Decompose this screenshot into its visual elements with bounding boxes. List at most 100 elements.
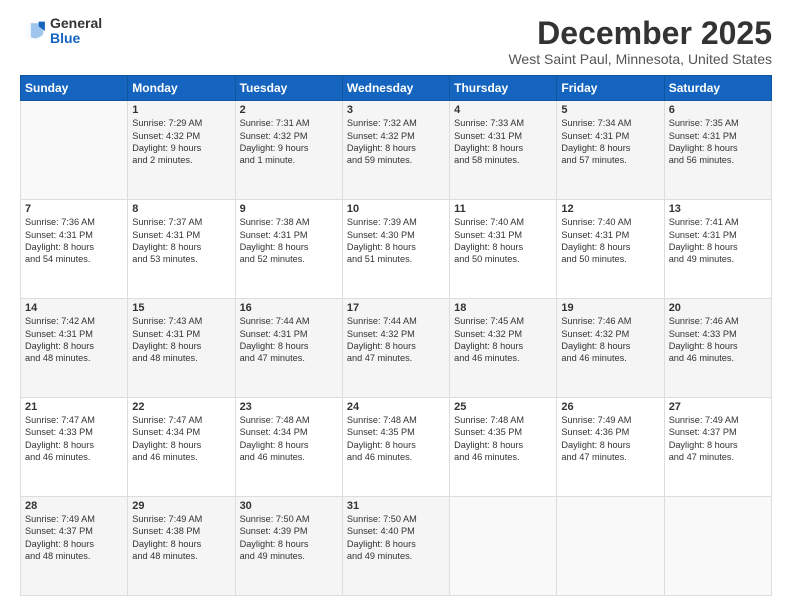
calendar-cell: 16Sunrise: 7:44 AMSunset: 4:31 PMDayligh… <box>235 299 342 398</box>
logo-icon <box>20 17 48 45</box>
title-block: December 2025 West Saint Paul, Minnesota… <box>508 16 772 67</box>
week-row-4: 21Sunrise: 7:47 AMSunset: 4:33 PMDayligh… <box>21 398 772 497</box>
day-info: Sunrise: 7:37 AMSunset: 4:31 PMDaylight:… <box>132 216 230 266</box>
day-number: 17 <box>347 302 445 314</box>
day-info: Sunrise: 7:40 AMSunset: 4:31 PMDaylight:… <box>561 216 659 266</box>
col-saturday: Saturday <box>664 76 771 101</box>
calendar-cell: 8Sunrise: 7:37 AMSunset: 4:31 PMDaylight… <box>128 200 235 299</box>
calendar-cell: 2Sunrise: 7:31 AMSunset: 4:32 PMDaylight… <box>235 101 342 200</box>
col-sunday: Sunday <box>21 76 128 101</box>
day-number: 2 <box>240 104 338 116</box>
day-info: Sunrise: 7:31 AMSunset: 4:32 PMDaylight:… <box>240 117 338 167</box>
calendar-cell: 10Sunrise: 7:39 AMSunset: 4:30 PMDayligh… <box>342 200 449 299</box>
calendar-cell: 4Sunrise: 7:33 AMSunset: 4:31 PMDaylight… <box>450 101 557 200</box>
day-number: 5 <box>561 104 659 116</box>
calendar-cell: 7Sunrise: 7:36 AMSunset: 4:31 PMDaylight… <box>21 200 128 299</box>
day-number: 7 <box>25 203 123 215</box>
calendar-cell: 14Sunrise: 7:42 AMSunset: 4:31 PMDayligh… <box>21 299 128 398</box>
day-info: Sunrise: 7:41 AMSunset: 4:31 PMDaylight:… <box>669 216 767 266</box>
day-number: 29 <box>132 500 230 512</box>
logo-text: General Blue <box>50 16 102 47</box>
day-number: 16 <box>240 302 338 314</box>
day-number: 28 <box>25 500 123 512</box>
day-number: 3 <box>347 104 445 116</box>
day-info: Sunrise: 7:34 AMSunset: 4:31 PMDaylight:… <box>561 117 659 167</box>
day-number: 13 <box>669 203 767 215</box>
calendar-cell: 30Sunrise: 7:50 AMSunset: 4:39 PMDayligh… <box>235 497 342 596</box>
calendar-cell: 15Sunrise: 7:43 AMSunset: 4:31 PMDayligh… <box>128 299 235 398</box>
calendar-cell: 5Sunrise: 7:34 AMSunset: 4:31 PMDaylight… <box>557 101 664 200</box>
calendar-cell <box>450 497 557 596</box>
day-info: Sunrise: 7:47 AMSunset: 4:34 PMDaylight:… <box>132 414 230 464</box>
day-info: Sunrise: 7:50 AMSunset: 4:40 PMDaylight:… <box>347 513 445 563</box>
day-info: Sunrise: 7:49 AMSunset: 4:36 PMDaylight:… <box>561 414 659 464</box>
day-info: Sunrise: 7:32 AMSunset: 4:32 PMDaylight:… <box>347 117 445 167</box>
day-number: 8 <box>132 203 230 215</box>
day-info: Sunrise: 7:38 AMSunset: 4:31 PMDaylight:… <box>240 216 338 266</box>
calendar-cell: 17Sunrise: 7:44 AMSunset: 4:32 PMDayligh… <box>342 299 449 398</box>
day-number: 20 <box>669 302 767 314</box>
day-info: Sunrise: 7:48 AMSunset: 4:34 PMDaylight:… <box>240 414 338 464</box>
calendar-cell: 6Sunrise: 7:35 AMSunset: 4:31 PMDaylight… <box>664 101 771 200</box>
calendar-cell: 26Sunrise: 7:49 AMSunset: 4:36 PMDayligh… <box>557 398 664 497</box>
day-number: 18 <box>454 302 552 314</box>
calendar-cell: 21Sunrise: 7:47 AMSunset: 4:33 PMDayligh… <box>21 398 128 497</box>
day-info: Sunrise: 7:48 AMSunset: 4:35 PMDaylight:… <box>347 414 445 464</box>
logo-blue-text: Blue <box>50 31 102 46</box>
day-info: Sunrise: 7:50 AMSunset: 4:39 PMDaylight:… <box>240 513 338 563</box>
day-number: 15 <box>132 302 230 314</box>
day-info: Sunrise: 7:40 AMSunset: 4:31 PMDaylight:… <box>454 216 552 266</box>
day-info: Sunrise: 7:47 AMSunset: 4:33 PMDaylight:… <box>25 414 123 464</box>
calendar-cell <box>557 497 664 596</box>
day-number: 12 <box>561 203 659 215</box>
week-row-1: 1Sunrise: 7:29 AMSunset: 4:32 PMDaylight… <box>21 101 772 200</box>
calendar-cell: 28Sunrise: 7:49 AMSunset: 4:37 PMDayligh… <box>21 497 128 596</box>
day-number: 24 <box>347 401 445 413</box>
day-number: 10 <box>347 203 445 215</box>
calendar-cell: 13Sunrise: 7:41 AMSunset: 4:31 PMDayligh… <box>664 200 771 299</box>
day-number: 1 <box>132 104 230 116</box>
day-info: Sunrise: 7:44 AMSunset: 4:32 PMDaylight:… <box>347 315 445 365</box>
calendar-cell: 1Sunrise: 7:29 AMSunset: 4:32 PMDaylight… <box>128 101 235 200</box>
calendar-cell: 18Sunrise: 7:45 AMSunset: 4:32 PMDayligh… <box>450 299 557 398</box>
location: West Saint Paul, Minnesota, United State… <box>508 51 772 67</box>
header: General Blue December 2025 West Saint Pa… <box>20 16 772 67</box>
calendar-header-row: Sunday Monday Tuesday Wednesday Thursday… <box>21 76 772 101</box>
col-friday: Friday <box>557 76 664 101</box>
calendar-cell: 9Sunrise: 7:38 AMSunset: 4:31 PMDaylight… <box>235 200 342 299</box>
day-info: Sunrise: 7:49 AMSunset: 4:37 PMDaylight:… <box>669 414 767 464</box>
day-info: Sunrise: 7:46 AMSunset: 4:32 PMDaylight:… <box>561 315 659 365</box>
week-row-3: 14Sunrise: 7:42 AMSunset: 4:31 PMDayligh… <box>21 299 772 398</box>
day-info: Sunrise: 7:35 AMSunset: 4:31 PMDaylight:… <box>669 117 767 167</box>
day-info: Sunrise: 7:43 AMSunset: 4:31 PMDaylight:… <box>132 315 230 365</box>
calendar-cell: 19Sunrise: 7:46 AMSunset: 4:32 PMDayligh… <box>557 299 664 398</box>
calendar-cell: 24Sunrise: 7:48 AMSunset: 4:35 PMDayligh… <box>342 398 449 497</box>
calendar-table: Sunday Monday Tuesday Wednesday Thursday… <box>20 75 772 596</box>
week-row-2: 7Sunrise: 7:36 AMSunset: 4:31 PMDaylight… <box>21 200 772 299</box>
col-tuesday: Tuesday <box>235 76 342 101</box>
day-number: 23 <box>240 401 338 413</box>
day-number: 25 <box>454 401 552 413</box>
week-row-5: 28Sunrise: 7:49 AMSunset: 4:37 PMDayligh… <box>21 497 772 596</box>
day-number: 31 <box>347 500 445 512</box>
day-info: Sunrise: 7:36 AMSunset: 4:31 PMDaylight:… <box>25 216 123 266</box>
day-info: Sunrise: 7:45 AMSunset: 4:32 PMDaylight:… <box>454 315 552 365</box>
day-number: 9 <box>240 203 338 215</box>
calendar-cell: 29Sunrise: 7:49 AMSunset: 4:38 PMDayligh… <box>128 497 235 596</box>
day-info: Sunrise: 7:49 AMSunset: 4:38 PMDaylight:… <box>132 513 230 563</box>
day-info: Sunrise: 7:29 AMSunset: 4:32 PMDaylight:… <box>132 117 230 167</box>
page: General Blue December 2025 West Saint Pa… <box>0 0 792 612</box>
day-number: 6 <box>669 104 767 116</box>
logo: General Blue <box>20 16 102 47</box>
day-number: 27 <box>669 401 767 413</box>
calendar-cell: 23Sunrise: 7:48 AMSunset: 4:34 PMDayligh… <box>235 398 342 497</box>
day-number: 14 <box>25 302 123 314</box>
calendar-cell: 20Sunrise: 7:46 AMSunset: 4:33 PMDayligh… <box>664 299 771 398</box>
day-number: 19 <box>561 302 659 314</box>
day-number: 26 <box>561 401 659 413</box>
day-number: 4 <box>454 104 552 116</box>
calendar-cell <box>664 497 771 596</box>
day-info: Sunrise: 7:49 AMSunset: 4:37 PMDaylight:… <box>25 513 123 563</box>
col-thursday: Thursday <box>450 76 557 101</box>
day-info: Sunrise: 7:42 AMSunset: 4:31 PMDaylight:… <box>25 315 123 365</box>
